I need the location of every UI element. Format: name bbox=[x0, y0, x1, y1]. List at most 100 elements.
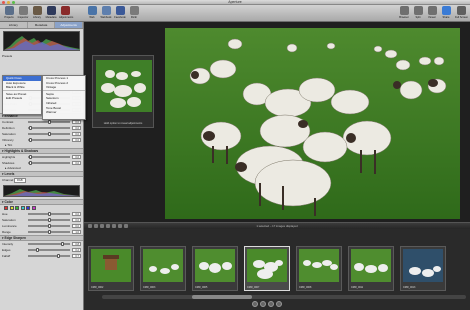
slider-knob[interactable] bbox=[48, 223, 52, 228]
menu-item-black-white[interactable]: Black & White bbox=[3, 85, 41, 90]
menu-item-vintage[interactable]: Vintage bbox=[43, 85, 85, 90]
web-button[interactable]: Web bbox=[86, 6, 98, 21]
adjustments-icon bbox=[60, 6, 70, 15]
contrast-value[interactable]: 0.0 bbox=[72, 119, 81, 125]
falloff-value[interactable]: 0.7 bbox=[72, 253, 81, 259]
tab-metadata[interactable]: Metadata bbox=[28, 22, 56, 28]
inspector-button[interactable]: Inspector bbox=[17, 6, 29, 21]
filmstrip-toolbar: 1 selected – 17 images displayed bbox=[84, 222, 470, 229]
highlights-slider[interactable] bbox=[28, 154, 70, 159]
levels-histogram bbox=[3, 185, 80, 197]
inspector-panel: Library Metadata Adjustments Presets Exp… bbox=[0, 22, 84, 310]
loupe-button[interactable] bbox=[276, 301, 282, 307]
webbook-icon bbox=[101, 6, 111, 15]
thumbnail-image bbox=[91, 249, 131, 282]
filmstrip: CRW_0002 CRW_0003 CRW_0005 CRW_0007 CRW_… bbox=[84, 229, 470, 310]
slider-knob[interactable] bbox=[28, 154, 32, 159]
thumbnail[interactable]: CRW_0003 bbox=[140, 246, 186, 291]
color-saturation-value[interactable]: 0.0 bbox=[72, 217, 81, 223]
hue-slider[interactable] bbox=[28, 211, 70, 216]
slider-knob[interactable] bbox=[28, 160, 32, 165]
menu-item-edit-presets[interactable]: Edit Presets bbox=[3, 96, 41, 101]
library-icon bbox=[32, 6, 42, 15]
slider-knob[interactable] bbox=[56, 253, 60, 258]
definition-slider[interactable] bbox=[28, 125, 70, 130]
thumbnail[interactable]: CRW_0011 bbox=[348, 246, 394, 291]
channel-select[interactable]: RGB bbox=[14, 177, 26, 183]
color-saturation-slider[interactable] bbox=[28, 217, 70, 222]
full-screen-button[interactable]: Full Screen bbox=[455, 6, 468, 21]
edges-slider[interactable] bbox=[28, 247, 70, 252]
projects-button[interactable]: Projects bbox=[3, 6, 15, 21]
menu-item-warmer[interactable]: Warmer bbox=[43, 110, 85, 115]
luminance-slider[interactable] bbox=[28, 223, 70, 228]
hue-value[interactable]: 0.0 bbox=[72, 211, 81, 217]
browser-view-button[interactable]: Browser bbox=[398, 6, 410, 21]
slider-knob[interactable] bbox=[48, 229, 52, 234]
thumbnail[interactable]: CRW_0005 bbox=[192, 246, 238, 291]
split-icon bbox=[413, 6, 423, 15]
webbook-button[interactable]: Webbook bbox=[100, 6, 112, 21]
green-swatch[interactable] bbox=[15, 206, 19, 210]
viewer-view-button[interactable]: Viewer bbox=[426, 6, 438, 21]
facebook-button[interactable]: Facebook bbox=[114, 6, 126, 21]
edges-value[interactable]: 0.2 bbox=[72, 247, 81, 253]
slider-knob[interactable] bbox=[28, 137, 32, 142]
shadows-slider[interactable] bbox=[28, 160, 70, 165]
vibrancy-value[interactable]: 0.0 bbox=[72, 137, 81, 143]
falloff-slider[interactable] bbox=[28, 253, 70, 258]
loupe-preview[interactable]: Hold option to reveal adjustments bbox=[92, 55, 154, 128]
presets-menu: Quick Fixes Auto Exposure Black & White … bbox=[2, 75, 42, 115]
magenta-swatch[interactable] bbox=[31, 206, 36, 210]
luminance-value[interactable]: 0.0 bbox=[72, 223, 81, 229]
next-button[interactable] bbox=[268, 301, 274, 307]
contrast-slider[interactable] bbox=[28, 119, 70, 124]
loupe-image bbox=[96, 60, 152, 112]
slider-knob[interactable] bbox=[48, 211, 52, 216]
red-swatch[interactable] bbox=[4, 206, 8, 210]
thumbnail[interactable]: CRW_0013 bbox=[400, 246, 446, 291]
adjustments-button[interactable]: Adjustments bbox=[59, 6, 73, 21]
highlights-value[interactable]: 0.0 bbox=[72, 154, 81, 160]
previous-button[interactable] bbox=[252, 301, 258, 307]
slider-knob[interactable] bbox=[48, 119, 52, 124]
library-button[interactable]: Library bbox=[31, 6, 43, 21]
cyan-swatch[interactable] bbox=[20, 206, 25, 210]
slider-knob[interactable] bbox=[36, 247, 40, 252]
vibrancy-slider[interactable] bbox=[28, 137, 70, 142]
thumbnail-image bbox=[403, 249, 443, 282]
slider-knob[interactable] bbox=[48, 131, 52, 136]
tab-adjustments[interactable]: Adjustments bbox=[55, 22, 83, 28]
split-view-button[interactable]: Split bbox=[412, 6, 424, 21]
slider-knob[interactable] bbox=[48, 217, 52, 222]
filmstrip-scroll-thumb[interactable] bbox=[192, 295, 252, 299]
blue-swatch[interactable] bbox=[26, 206, 30, 210]
play-button[interactable] bbox=[260, 301, 266, 307]
presets-label: Presets bbox=[2, 54, 13, 58]
tab-library[interactable]: Library bbox=[0, 22, 28, 28]
flickr-button[interactable]: Flickr bbox=[128, 6, 140, 21]
levels-graph bbox=[4, 189, 80, 196]
saturation-value[interactable]: 0.0 bbox=[72, 131, 81, 137]
range-slider[interactable] bbox=[28, 229, 70, 234]
intensity-value[interactable]: 0.8 bbox=[72, 241, 81, 247]
flickr-icon bbox=[129, 6, 139, 15]
thumbnail[interactable]: CRW_0008 bbox=[296, 246, 342, 291]
intensity-slider[interactable] bbox=[28, 241, 70, 246]
thumbnail[interactable]: CRW_0002 bbox=[88, 246, 134, 291]
metadata-icon bbox=[46, 6, 56, 15]
metadata-button[interactable]: Metadata bbox=[45, 6, 57, 21]
thumbnail-image bbox=[247, 249, 287, 282]
definition-value[interactable]: 0.0 bbox=[72, 125, 81, 131]
quick-fixes-submenu: Cross Process 1 Cross Process 2 Vintage … bbox=[42, 75, 86, 120]
main-photo[interactable] bbox=[165, 28, 460, 219]
range-value[interactable]: 1.0 bbox=[72, 229, 81, 235]
yellow-swatch[interactable] bbox=[9, 206, 14, 210]
shadows-value[interactable]: 0.0 bbox=[72, 160, 81, 166]
slider-knob[interactable] bbox=[28, 125, 32, 130]
slider-knob[interactable] bbox=[60, 241, 64, 246]
filmstrip-scrollbar[interactable] bbox=[102, 295, 466, 299]
thumbnail-selected[interactable]: CRW_0007 bbox=[244, 246, 290, 291]
share-button[interactable]: Share bbox=[440, 6, 452, 21]
saturation-slider[interactable] bbox=[28, 131, 70, 136]
